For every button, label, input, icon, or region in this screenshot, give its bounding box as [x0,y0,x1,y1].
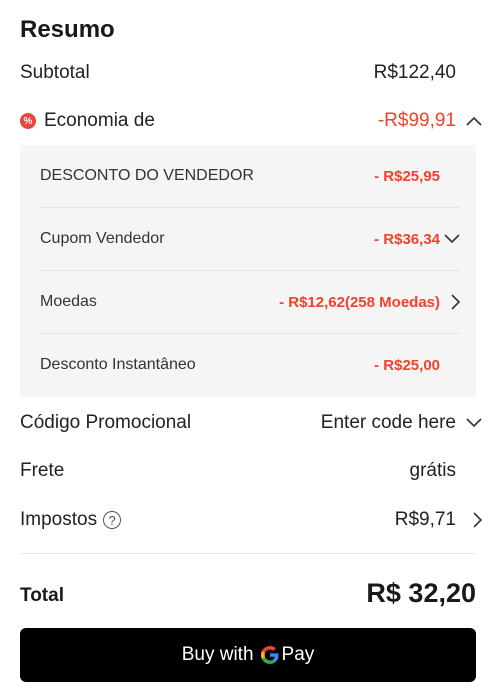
shipping-value: grátis [409,460,456,481]
discount-row-coupon[interactable]: Cupom Vendedor - R$36,34 [40,208,460,271]
savings-row[interactable]: % Economia de -R$99,91 [20,106,482,136]
discount-value: - R$12,62(258 Moedas) [279,293,440,311]
chevron-down-icon[interactable] [440,234,460,244]
discount-label: Desconto Instantâneo [40,356,196,373]
discount-label: Moedas [40,293,97,310]
promo-code-row[interactable]: Código Promocional Enter code here [20,408,482,438]
savings-label: Economia de [44,110,155,131]
chevron-right-icon[interactable] [456,512,482,528]
subtotal-value: R$122,40 [373,62,456,83]
tax-row[interactable]: Impostos ? R$9,71 [20,505,482,535]
savings-value: -R$99,91 [377,110,456,131]
order-summary: Resumo Subtotal R$122,40 % Economia de -… [0,0,500,694]
discount-value: - R$25,00 [374,356,440,374]
discount-label: Cupom Vendedor [40,230,165,247]
promo-code-input[interactable]: Enter code here [321,412,456,434]
summary-title: Resumo [20,16,115,43]
subtotal-label: Subtotal [20,62,90,83]
discount-breakdown-panel: DESCONTO DO VENDEDOR - R$25,95 Cupom Ven… [20,145,476,397]
discount-row-coins[interactable]: Moedas - R$12,62(258 Moedas) [40,271,460,334]
chevron-down-icon[interactable] [456,418,482,428]
total-label: Total [20,585,64,606]
google-g-icon [260,645,280,665]
google-pay-button[interactable]: Buy with Pay [20,628,476,682]
discount-icon: % [20,113,36,129]
pay-button-prefix: Buy with [181,644,254,665]
tax-label: Impostos [20,509,98,530]
shipping-row: Frete grátis [20,456,482,486]
chevron-up-icon[interactable] [456,116,482,126]
discount-value: - R$36,34 [374,230,440,248]
chevron-right-icon[interactable] [440,294,460,310]
shipping-label: Frete [20,460,65,481]
tax-value: R$9,71 [394,509,456,530]
discount-value: - R$25,95 [374,167,440,185]
divider [20,553,476,554]
pay-button-suffix: Pay [281,644,315,665]
discount-row-instant: Desconto Instantâneo - R$25,00 [40,334,460,396]
help-icon[interactable]: ? [103,511,122,529]
subtotal-row: Subtotal R$122,40 [20,58,482,88]
discount-row-seller: DESCONTO DO VENDEDOR - R$25,95 [40,145,460,208]
total-value: R$ 32,20 [366,578,476,608]
promo-label: Código Promocional [20,412,192,433]
discount-label: DESCONTO DO VENDEDOR [40,167,254,184]
